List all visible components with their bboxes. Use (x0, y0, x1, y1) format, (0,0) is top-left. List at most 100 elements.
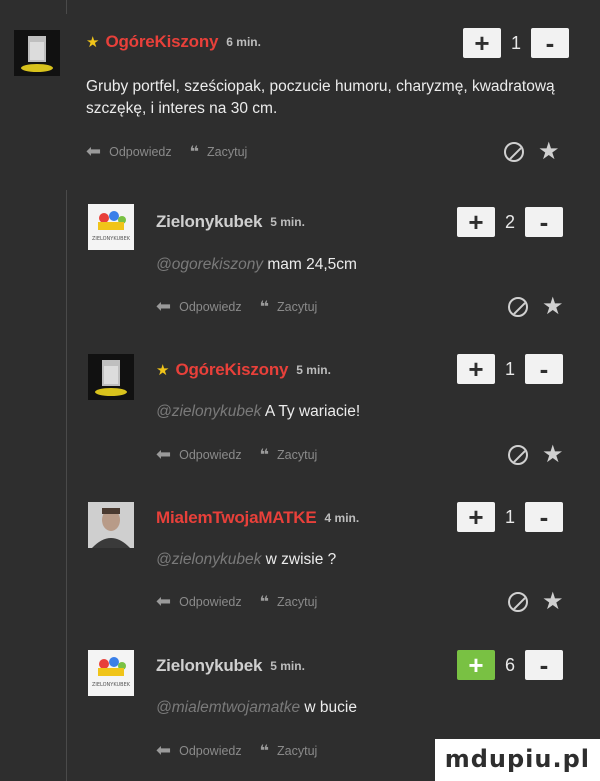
author-name[interactable]: MialemTwojaMATKE (156, 508, 317, 528)
upvote-button[interactable]: + (457, 207, 495, 237)
comment-time: 5 min. (270, 659, 305, 673)
quote-icon[interactable]: ❝ (260, 445, 269, 465)
vote-box: + 6 - (457, 650, 563, 680)
comment-header: ★ OgóreKiszony 5 min. (156, 358, 331, 382)
comment-actions: ⬅ Odpowiedz ❝ Zacytuj (156, 591, 317, 612)
comment-time: 4 min. (324, 511, 360, 525)
comment-text: @ogorekiszony mam 24,5cm (156, 254, 357, 276)
thread-line-top (66, 0, 67, 14)
vote-count: 1 (504, 506, 515, 527)
block-icon[interactable] (508, 445, 528, 465)
comment-actions: ⬅ Odpowiedz ❝ Zacytuj (86, 141, 247, 162)
glass-avatar-icon (14, 30, 60, 76)
author-name[interactable]: OgóreKiszony (105, 32, 218, 52)
glass-avatar-icon (88, 354, 134, 400)
comment-actions: ⬅ Odpowiedz ❝ Zacytuj (156, 444, 317, 465)
quote-icon[interactable]: ❝ (260, 297, 269, 317)
comment-header: MialemTwojaMATKE 4 min. (156, 506, 359, 530)
vote-box: + 1 - (457, 354, 563, 384)
mention-link[interactable]: @zielonykubek (156, 551, 261, 568)
cartoon-avatar-icon: ZIELONYKUBEK (88, 650, 134, 696)
watermark-logo: mdupiu.pl (434, 739, 600, 781)
comment-time: 6 min. (226, 35, 261, 49)
upvote-button[interactable]: + (457, 502, 495, 532)
comment-text: @zielonykubek A Ty wariacie! (156, 401, 360, 423)
upvote-button[interactable]: + (463, 28, 501, 58)
quote-link[interactable]: Zacytuj (277, 595, 317, 609)
comment-body: mam 24,5cm (267, 256, 357, 273)
comment-body: w bucie (304, 699, 357, 716)
reply-link[interactable]: Odpowiedz (179, 744, 242, 758)
avatar[interactable] (88, 502, 134, 548)
mention-link[interactable]: @zielonykubek (156, 403, 261, 420)
mention-link[interactable]: @ogorekiszony (156, 256, 263, 273)
author-name[interactable]: Zielonykubek (156, 212, 262, 232)
quote-link[interactable]: Zacytuj (277, 744, 317, 758)
reply-arrow-icon[interactable]: ⬅ (156, 591, 171, 612)
vote-box: + 2 - (457, 207, 563, 237)
comment-time: 5 min. (270, 215, 305, 229)
comment-tools: ★ (504, 140, 560, 164)
star-badge-icon: ★ (86, 33, 100, 51)
comment-header: ★ OgóreKiszony 6 min. (86, 30, 261, 54)
reply-arrow-icon[interactable]: ⬅ (156, 740, 171, 761)
vote-count: 6 (504, 654, 515, 675)
comment-tools: ★ (508, 443, 564, 467)
quote-link[interactable]: Zacytuj (207, 145, 247, 159)
avatar[interactable]: ZIELONYKUBEK (88, 650, 134, 696)
reply-arrow-icon[interactable]: ⬅ (86, 141, 101, 162)
block-icon[interactable] (508, 297, 528, 317)
reply-link[interactable]: Odpowiedz (179, 595, 242, 609)
quote-link[interactable]: Zacytuj (277, 448, 317, 462)
downvote-button[interactable]: - (531, 28, 569, 58)
comment-header: Zielonykubek 5 min. (156, 654, 305, 678)
vote-box: + 1 - (463, 28, 569, 58)
reply-arrow-icon[interactable]: ⬅ (156, 296, 171, 317)
downvote-button[interactable]: - (525, 354, 563, 384)
quote-link[interactable]: Zacytuj (277, 300, 317, 314)
reply-arrow-icon[interactable]: ⬅ (156, 444, 171, 465)
block-icon[interactable] (504, 142, 524, 162)
author-name[interactable]: OgóreKiszony (175, 360, 288, 380)
vote-count: 1 (510, 32, 521, 53)
quote-icon[interactable]: ❝ (260, 741, 269, 761)
comment-tools: ★ (508, 295, 564, 319)
star-badge-icon: ★ (156, 361, 170, 379)
avatar[interactable] (88, 354, 134, 400)
reply-link[interactable]: Odpowiedz (179, 300, 242, 314)
cartoon-avatar-icon: ZIELONYKUBEK (88, 204, 134, 250)
comment-actions: ⬅ Odpowiedz ❝ Zacytuj (156, 296, 317, 317)
comment-header: Zielonykubek 5 min. (156, 210, 305, 234)
reply-link[interactable]: Odpowiedz (179, 448, 242, 462)
avatar[interactable] (14, 30, 60, 76)
star-icon[interactable]: ★ (542, 443, 564, 467)
downvote-button[interactable]: - (525, 650, 563, 680)
comment-tools: ★ (508, 590, 564, 614)
photo-avatar-icon (88, 502, 134, 548)
downvote-button[interactable]: - (525, 502, 563, 532)
comment-text: Gruby portfel, sześciopak, poczucie humo… (86, 78, 555, 117)
comment-body: w zwisie ? (265, 551, 337, 568)
comment-time: 5 min. (296, 363, 331, 377)
comment-body: A Ty wariacie! (264, 403, 361, 420)
upvote-button[interactable]: + (457, 650, 495, 680)
svg-text:ZIELONYKUBEK: ZIELONYKUBEK (92, 682, 131, 688)
vote-count: 2 (504, 211, 515, 232)
star-icon[interactable]: ★ (538, 140, 560, 164)
vote-box: + 1 - (457, 502, 563, 532)
svg-text:ZIELONYKUBEK: ZIELONYKUBEK (92, 236, 131, 242)
quote-icon[interactable]: ❝ (260, 592, 269, 612)
star-icon[interactable]: ★ (542, 590, 564, 614)
star-icon[interactable]: ★ (542, 295, 564, 319)
mention-link[interactable]: @mialemtwojamatke (156, 699, 300, 716)
reply-link[interactable]: Odpowiedz (109, 145, 172, 159)
comment-text: @zielonykubek w zwisie ? (156, 549, 336, 571)
avatar[interactable]: ZIELONYKUBEK (88, 204, 134, 250)
downvote-button[interactable]: - (525, 207, 563, 237)
vote-count: 1 (504, 358, 515, 379)
comment-text: @mialemtwojamatke w bucie (156, 697, 357, 719)
quote-icon[interactable]: ❝ (190, 142, 199, 162)
author-name[interactable]: Zielonykubek (156, 656, 262, 676)
upvote-button[interactable]: + (457, 354, 495, 384)
block-icon[interactable] (508, 592, 528, 612)
